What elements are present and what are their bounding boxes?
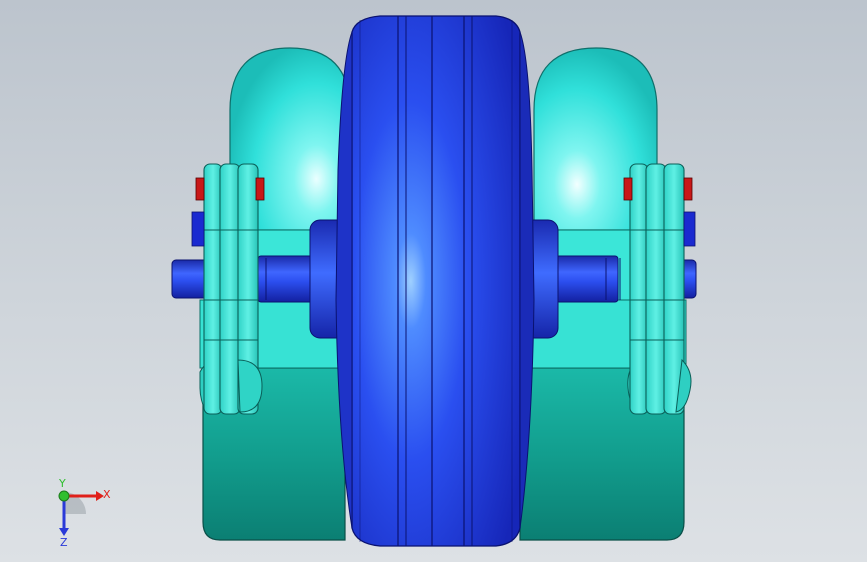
- z-axis-arrow: [59, 528, 69, 536]
- caster-wheel-model[interactable]: [0, 0, 867, 562]
- orientation-triad: X Y Z: [58, 478, 111, 548]
- bracket-left[interactable]: [199, 163, 263, 415]
- bracket-right[interactable]: [627, 163, 692, 415]
- marker-blue-left: [191, 211, 205, 247]
- z-axis-label: Z: [60, 536, 68, 548]
- y-axis-dot: [58, 490, 70, 502]
- marker-blue-right: [683, 211, 696, 247]
- y-axis-label: Y: [58, 478, 66, 490]
- x-axis-label: X: [103, 488, 111, 501]
- wheel-tire[interactable]: [335, 15, 535, 547]
- cad-viewport[interactable]: X Y Z: [0, 0, 867, 562]
